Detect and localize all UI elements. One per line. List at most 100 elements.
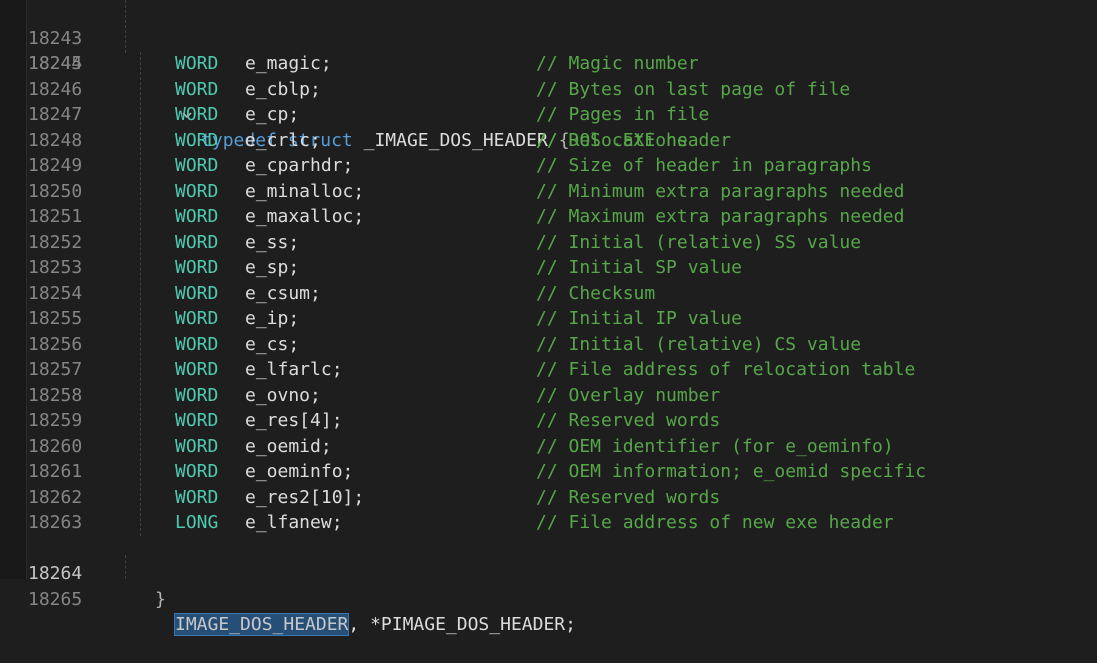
code-line: 18263 LONG e_lfanew; // File address of new… <box>0 510 1097 536</box>
line-number: 18247 <box>28 104 83 125</box>
field-type: WORD <box>175 129 219 151</box>
code-line: 18259 WORD e_res[4]; // Reserved words <box>0 408 1097 434</box>
field-type: WORD <box>175 308 219 329</box>
field-type: WORD <box>175 384 219 406</box>
code-line: 18265 <box>0 561 1097 610</box>
field-name: e_cblp; <box>245 78 321 100</box>
comment: // File address of relocation table <box>536 359 916 380</box>
code-line: 18244 typedef struct _IMAGE_DOS_HEADER {… <box>0 26 1097 151</box>
code-line: 18256 WORD e_cs; // Initial (relative) CS v… <box>0 332 1097 358</box>
code-line: 18245 WORD e_magic; // Magic number <box>0 51 1097 77</box>
code-line: 18264 } IMAGE_DOS_HEADER, *PIMAGE_DOS_HE… <box>0 536 1097 636</box>
code-line: 18251 WORD e_maxalloc; // Maximum extra par… <box>0 204 1097 230</box>
field-name: e_ip; <box>245 308 300 329</box>
field-name: e_cp; <box>245 104 300 125</box>
code-line: 18257 WORD e_lfarlc; // File address of rel… <box>0 357 1097 383</box>
line-number: 18258 <box>28 384 83 406</box>
field-name: e_res[4]; <box>245 410 343 431</box>
line-number: 18256 <box>28 333 83 355</box>
field-type: WORD <box>175 486 219 508</box>
line-number: 18259 <box>28 410 83 431</box>
field-name: e_lfanew; <box>245 512 343 533</box>
line-number: 18261 <box>28 461 83 482</box>
field-type: WORD <box>175 78 219 100</box>
code-line: 18247 WORD e_cp; // Pages in file <box>0 102 1097 128</box>
close-brace: } <box>155 588 166 610</box>
field-type: WORD <box>175 435 219 457</box>
line-number: 18252 <box>28 231 83 253</box>
comment: // OEM identifier (for e_oeminfo) <box>536 435 894 457</box>
field-name: e_ss; <box>245 231 300 253</box>
comment: // Reserved words <box>536 410 721 431</box>
code-line: 18252 WORD e_ss; // Initial (relative) SS v… <box>0 230 1097 256</box>
field-type: WORD <box>175 359 219 380</box>
field-type: WORD <box>175 333 219 355</box>
field-type: WORD <box>175 461 219 482</box>
line-number: 18263 <box>28 512 83 533</box>
comment: // Initial (relative) SS value <box>536 231 862 253</box>
code-line: 18253 WORD e_sp; // Initial SP value <box>0 255 1097 281</box>
field-name: e_minalloc; <box>245 180 365 202</box>
line-number: 18254 <box>28 282 83 304</box>
line-number: 18265 <box>28 588 83 610</box>
comment: // Initial (relative) CS value <box>536 333 862 355</box>
comment: // OEM information; e_oemid specific <box>536 461 927 482</box>
code-line: 18249 WORD e_cparhdr; // Size of header in … <box>0 153 1097 179</box>
field-type: WORD <box>175 155 219 176</box>
line-number: 18246 <box>28 78 83 100</box>
field-name: e_magic; <box>245 53 332 74</box>
field-type: WORD <box>175 282 219 304</box>
line-number: 18260 <box>28 435 83 457</box>
field-name: e_oemid; <box>245 435 332 457</box>
field-type: WORD <box>175 257 219 278</box>
field-name: e_res2[10]; <box>245 486 365 508</box>
field-name: e_maxalloc; <box>245 206 365 227</box>
code-line: 18248 WORD e_crlc; // Relocations <box>0 128 1097 154</box>
code-line: 18260 WORD e_oemid; // OEM identifier (for … <box>0 434 1097 460</box>
comment: // Minimum extra paragraphs needed <box>536 180 905 202</box>
field-name: e_cs; <box>245 333 300 355</box>
comment: // Bytes on last page of file <box>536 78 851 100</box>
comment: // Overlay number <box>536 384 721 406</box>
typedef-names: IMAGE_DOS_HEADER, *PIMAGE_DOS_HEADER; <box>173 612 576 638</box>
line-number: 18262 <box>28 486 83 508</box>
field-name: e_sp; <box>245 257 300 278</box>
code-line: 18246 WORD e_cblp; // Bytes on last page of… <box>0 77 1097 103</box>
comment: // Size of header in paragraphs <box>536 155 872 176</box>
pointer-typedef: , *PIMAGE_DOS_HEADER; <box>348 614 576 635</box>
field-name: e_lfarlc; <box>245 359 343 380</box>
field-type: WORD <box>175 180 219 202</box>
comment: // Relocations <box>536 129 688 151</box>
code-line: 18261 WORD e_oeminfo; // OEM information; e… <box>0 459 1097 485</box>
comment: // Magic number <box>536 53 699 74</box>
code-line: 18243 <box>0 0 1097 49</box>
comment: // Maximum extra paragraphs needed <box>536 206 905 227</box>
field-name: e_csum; <box>245 282 321 304</box>
code-line: 18255 WORD e_ip; // Initial IP value <box>0 306 1097 332</box>
line-number: 18245 <box>28 53 83 74</box>
code-editor[interactable]: 18243 18244 typedef struct _IMAGE_DOS_HE… <box>0 0 1097 636</box>
field-type: WORD <box>175 206 219 227</box>
field-name: e_oeminfo; <box>245 461 354 482</box>
field-type: WORD <box>175 104 219 125</box>
line-number: 18250 <box>28 180 83 202</box>
field-type: WORD <box>175 53 219 74</box>
field-name: e_cparhdr; <box>245 155 354 176</box>
comment: // File address of new exe header <box>536 512 894 533</box>
comment: // Reserved words <box>536 486 721 508</box>
code-line: 18250 WORD e_minalloc; // Minimum extra par… <box>0 179 1097 205</box>
line-number: 18257 <box>28 359 83 380</box>
code-line: 18262 WORD e_res2[10]; // Reserved words <box>0 485 1097 511</box>
field-type: LONG <box>175 512 219 533</box>
line-number: 18249 <box>28 155 83 176</box>
line-number: 18248 <box>28 129 83 151</box>
comment: // Checksum <box>536 282 656 304</box>
comment: // Initial SP value <box>536 257 742 278</box>
field-name: e_ovno; <box>245 384 321 406</box>
line-number: 18255 <box>28 308 83 329</box>
field-type: WORD <box>175 231 219 253</box>
selected-text[interactable]: IMAGE_DOS_HEADER <box>173 613 350 636</box>
code-line: 18254 WORD e_csum; // Checksum <box>0 281 1097 307</box>
field-name: e_crlc; <box>245 129 321 151</box>
comment: // Initial IP value <box>536 308 742 329</box>
